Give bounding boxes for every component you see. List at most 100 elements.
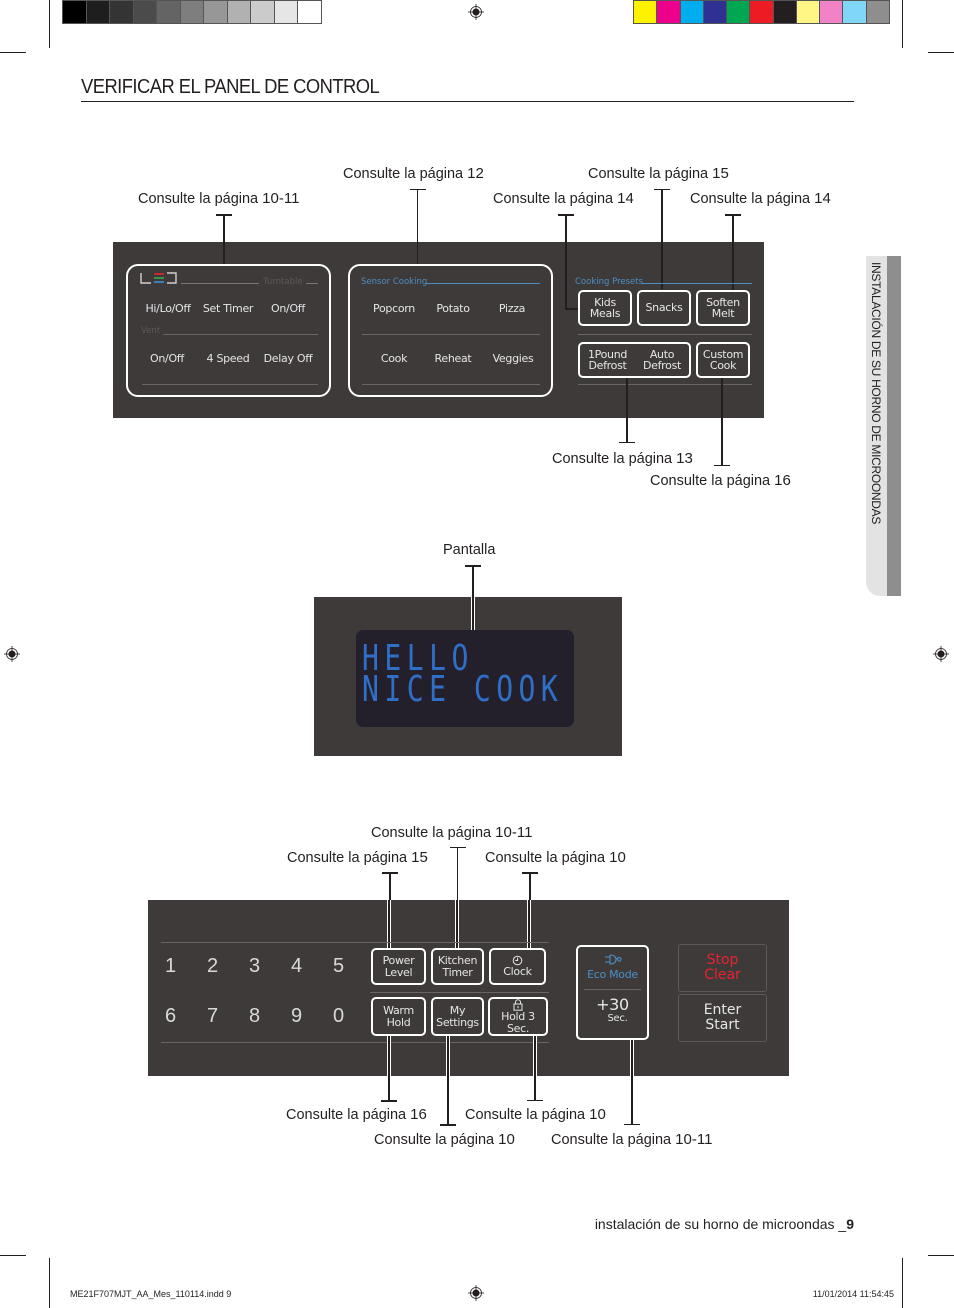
veggies-button[interactable]: Veggies bbox=[484, 352, 542, 365]
color-swatch bbox=[750, 1, 773, 23]
defrost-button[interactable]: 1Pound Defrost Auto Defrost bbox=[578, 342, 691, 378]
turntable-label: Turntable bbox=[263, 277, 303, 287]
stop-clear-button[interactable]: Stop Clear bbox=[678, 944, 767, 992]
print-timestamp: 11/01/2014 11:54:45 bbox=[812, 1289, 894, 1299]
crop-mark bbox=[902, 0, 903, 48]
light-on-off-button[interactable]: On/Off bbox=[140, 352, 194, 365]
display-label: Pantalla bbox=[443, 542, 496, 558]
callout-led-group: Consulte la página 10-11 bbox=[138, 190, 300, 207]
number-key-0[interactable]: 0 bbox=[333, 1005, 344, 1028]
callout-leader bbox=[471, 597, 475, 630]
kitchen-timer-button[interactable]: Kitchen Timer bbox=[431, 948, 484, 985]
snacks-button[interactable]: Snacks bbox=[637, 290, 691, 326]
color-swatch bbox=[773, 1, 796, 23]
warm-hold-button[interactable]: Warm Hold bbox=[371, 997, 426, 1036]
callout-tick bbox=[619, 442, 635, 443]
pound-defrost[interactable]: 1Pound Defrost bbox=[588, 348, 627, 372]
pizza-button[interactable]: Pizza bbox=[484, 302, 540, 315]
sensor-cooking-label: Sensor Cooking bbox=[361, 277, 428, 287]
section-tab-accent bbox=[887, 256, 901, 596]
color-swatch bbox=[680, 1, 703, 23]
crop-mark bbox=[902, 1258, 903, 1308]
my-settings-button[interactable]: My Settings bbox=[431, 997, 484, 1036]
vent-4-speed-button[interactable]: 4 Speed bbox=[198, 352, 258, 365]
reheat-button[interactable]: Reheat bbox=[425, 352, 481, 365]
number-key-6[interactable]: 6 bbox=[165, 1005, 176, 1028]
callout-leader bbox=[661, 189, 663, 289]
color-swatch bbox=[634, 1, 657, 23]
callout-leader bbox=[387, 1036, 391, 1076]
lcd-line-2: NICE COOK bbox=[362, 669, 564, 710]
turntable-on-off-button[interactable]: On/Off bbox=[260, 302, 316, 315]
sensor-cook-button[interactable]: Cook bbox=[364, 352, 424, 365]
number-key-3[interactable]: 3 bbox=[249, 955, 260, 978]
delay-off-button[interactable]: Delay Off bbox=[258, 352, 318, 365]
color-swatch bbox=[703, 1, 727, 23]
auto-defrost[interactable]: Auto Defrost bbox=[643, 348, 681, 372]
divider bbox=[362, 334, 540, 335]
number-key-4[interactable]: 4 bbox=[291, 955, 302, 978]
eco-mode-plus30-button[interactable]: Eco Mode +30 Sec. bbox=[576, 945, 649, 1040]
callout-tick bbox=[381, 1100, 397, 1102]
color-swatch bbox=[157, 1, 180, 23]
color-swatch bbox=[866, 1, 889, 23]
soften-melt-button[interactable]: Soften Melt bbox=[696, 290, 750, 326]
number-key-2[interactable]: 2 bbox=[207, 955, 218, 978]
clock-button[interactable]: Clock bbox=[489, 948, 546, 985]
callout-leader bbox=[626, 378, 628, 443]
hold-3-sec-button[interactable]: Hold 3 Sec. bbox=[488, 997, 548, 1036]
vent-hi-lo-off-button[interactable]: Hi/Lo/Off bbox=[140, 302, 196, 315]
crop-mark bbox=[0, 1255, 26, 1256]
color-swatch bbox=[133, 1, 157, 23]
color-swatch bbox=[298, 1, 322, 23]
popcorn-button[interactable]: Popcorn bbox=[364, 302, 424, 315]
enter-start-button[interactable]: Enter Start bbox=[678, 994, 767, 1042]
callout-tick bbox=[527, 1100, 543, 1101]
callout-leader bbox=[446, 1036, 450, 1076]
number-key-7[interactable]: 7 bbox=[207, 1005, 218, 1028]
number-key-5[interactable]: 5 bbox=[333, 955, 344, 978]
number-key-1[interactable]: 1 bbox=[165, 955, 176, 978]
kids-meals-button[interactable]: Kids Meals bbox=[578, 290, 632, 326]
divider bbox=[370, 992, 549, 993]
number-key-8[interactable]: 8 bbox=[249, 1005, 260, 1028]
cmyk-color-bar bbox=[633, 0, 890, 24]
callout-leader bbox=[721, 378, 723, 465]
registration-mark-icon bbox=[933, 646, 949, 662]
divider bbox=[362, 384, 540, 385]
section-tab-label: INSTALACIÓN DE SU HORNO DE MICROONDAS bbox=[869, 262, 883, 525]
divider bbox=[142, 384, 318, 385]
divider bbox=[578, 334, 752, 335]
plus30-label[interactable]: +30 bbox=[596, 996, 629, 1013]
file-info: ME21F707MJT_AA_Mes_110114.indd 9 bbox=[70, 1289, 232, 1299]
color-swatch bbox=[820, 1, 843, 23]
callout-leader bbox=[534, 1076, 536, 1101]
callout-tick bbox=[440, 1124, 456, 1126]
crop-mark bbox=[49, 0, 50, 48]
callout-leader bbox=[388, 1076, 390, 1101]
registration-mark-icon bbox=[468, 1285, 484, 1301]
callout-tick bbox=[410, 189, 426, 190]
page-title: VERIFICAR EL PANEL DE CONTROL bbox=[81, 76, 380, 98]
callout-leader bbox=[631, 1076, 633, 1124]
set-timer-button[interactable]: Set Timer bbox=[198, 302, 258, 315]
divider bbox=[642, 283, 752, 284]
eco-mode-label[interactable]: Eco Mode bbox=[587, 969, 638, 981]
callout-leader bbox=[527, 900, 531, 948]
color-swatch bbox=[251, 1, 274, 23]
potato-button[interactable]: Potato bbox=[425, 302, 481, 315]
cooking-presets-label: Cooking Presets bbox=[575, 277, 644, 287]
vent-label: Vent bbox=[141, 326, 161, 336]
number-key-9[interactable]: 9 bbox=[291, 1005, 302, 1028]
power-level-button[interactable]: Power Level bbox=[371, 948, 426, 985]
divider bbox=[306, 283, 318, 284]
sec-label: Sec. bbox=[607, 1012, 628, 1024]
crop-mark bbox=[49, 1258, 50, 1308]
custom-cook-button[interactable]: Custom Cook bbox=[696, 342, 750, 378]
callout-plus30: Consulte la página 10-11 bbox=[551, 1131, 713, 1148]
title-divider bbox=[81, 101, 854, 102]
crop-mark bbox=[0, 52, 26, 53]
callout-custom-cook: Consulte la página 16 bbox=[650, 472, 791, 489]
divider bbox=[161, 1042, 549, 1043]
crop-mark bbox=[928, 52, 954, 53]
